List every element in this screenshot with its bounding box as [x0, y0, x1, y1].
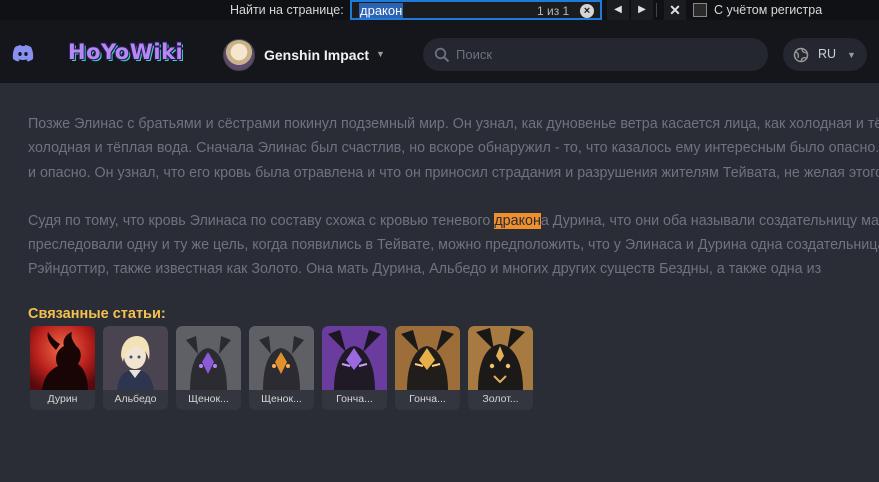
game-avatar[interactable] — [223, 39, 255, 71]
paragraph-line: Рэйндоттир, также известная как Золото. … — [28, 261, 822, 278]
related-card-hound-1[interactable]: Гонча... — [322, 326, 387, 410]
find-close-button[interactable]: ✕ — [664, 0, 686, 20]
find-label: Найти на странице: — [230, 3, 344, 17]
related-card-albedo[interactable]: Альбедо — [103, 326, 168, 410]
related-card-label: Гонча... — [336, 393, 373, 405]
find-match-count: 1 из 1 — [537, 4, 570, 18]
clear-icon[interactable]: × — [580, 4, 594, 18]
game-selector-label[interactable]: Genshin Impact — [264, 47, 369, 63]
related-card-label: Щенок... — [188, 393, 229, 405]
paragraph-line: холодная и тёплая вода. Сначала Элинас б… — [28, 140, 879, 157]
search-box[interactable] — [423, 38, 768, 71]
paragraph-line: и опасно. Он узнал, что его кровь была о… — [28, 164, 879, 181]
language-label: RU — [818, 47, 837, 61]
article-body: Позже Элинас с братьями и сёстрами покин… — [28, 112, 879, 306]
site-header: HoYoWiki Genshin Impact ▼ RU ▼ — [0, 20, 879, 83]
related-card-hound-pup-2[interactable]: Щенок... — [249, 326, 314, 410]
find-query[interactable]: дракон — [359, 3, 404, 18]
language-selector[interactable]: RU ▼ — [783, 38, 867, 71]
find-next-button[interactable]: ▶ — [631, 0, 653, 20]
discord-icon[interactable] — [11, 41, 35, 65]
hound-pup-orange-icon — [249, 326, 314, 390]
close-icon: ✕ — [669, 2, 681, 18]
chevron-down-icon[interactable]: ▼ — [376, 49, 385, 59]
find-previous-button[interactable]: ◀ — [607, 0, 629, 20]
hound-pup-purple-icon — [176, 326, 241, 390]
search-highlight: дракон — [494, 212, 541, 229]
paragraph-1: Позже Элинас с братьями и сёстрами покин… — [28, 112, 879, 185]
match-case-label[interactable]: С учётом регистра — [714, 3, 822, 17]
chevron-down-icon: ▼ — [847, 50, 856, 60]
related-card-golden-wolflord[interactable]: Золот... — [468, 326, 533, 410]
chevron-right-icon: ▶ — [638, 4, 646, 15]
find-bar: Найти на странице: дракон 1 из 1 × ◀ ▶ ✕… — [0, 0, 879, 20]
related-articles-title: Связанные статьи: — [28, 306, 166, 322]
related-card-label: Альбедо — [114, 393, 157, 405]
chevron-left-icon: ◀ — [614, 4, 622, 15]
search-input[interactable] — [456, 38, 756, 71]
hound-purple-icon — [322, 326, 387, 390]
hound-gold-icon — [395, 326, 460, 390]
golden-wolflord-icon — [468, 326, 533, 390]
match-case-checkbox[interactable] — [693, 3, 707, 17]
durin-icon — [30, 326, 95, 390]
search-icon — [434, 47, 450, 63]
find-input[interactable]: дракон 1 из 1 × — [350, 0, 602, 20]
related-card-hound-2[interactable]: Гонча... — [395, 326, 460, 410]
related-card-durin[interactable]: Дурин — [30, 326, 95, 410]
paragraph-line: преследовали одну и ту же цель, когда по… — [28, 237, 879, 254]
related-card-label: Щенок... — [261, 393, 302, 405]
paragraph-line: Позже Элинас с братьями и сёстрами покин… — [28, 116, 879, 132]
related-articles-list: Дурин Альбедо Щенок... Щенок... Гонча...… — [30, 326, 533, 410]
paragraph-text: а Дурина, что они оба называли создатель… — [540, 212, 879, 229]
related-card-hound-pup-1[interactable]: Щенок... — [176, 326, 241, 410]
albedo-icon — [103, 326, 168, 390]
hoyowiki-logo[interactable]: HoYoWiki — [68, 40, 183, 64]
paragraph-text: Судя по тому, что кровь Элинаса по соста… — [28, 212, 495, 229]
related-card-label: Дурин — [47, 393, 78, 405]
divider — [656, 3, 657, 17]
related-card-label: Золот... — [482, 393, 519, 405]
paragraph-2: Судя по тому, что кровь Элинаса по соста… — [28, 209, 879, 282]
globe-icon — [793, 47, 809, 63]
related-card-label: Гонча... — [409, 393, 446, 405]
